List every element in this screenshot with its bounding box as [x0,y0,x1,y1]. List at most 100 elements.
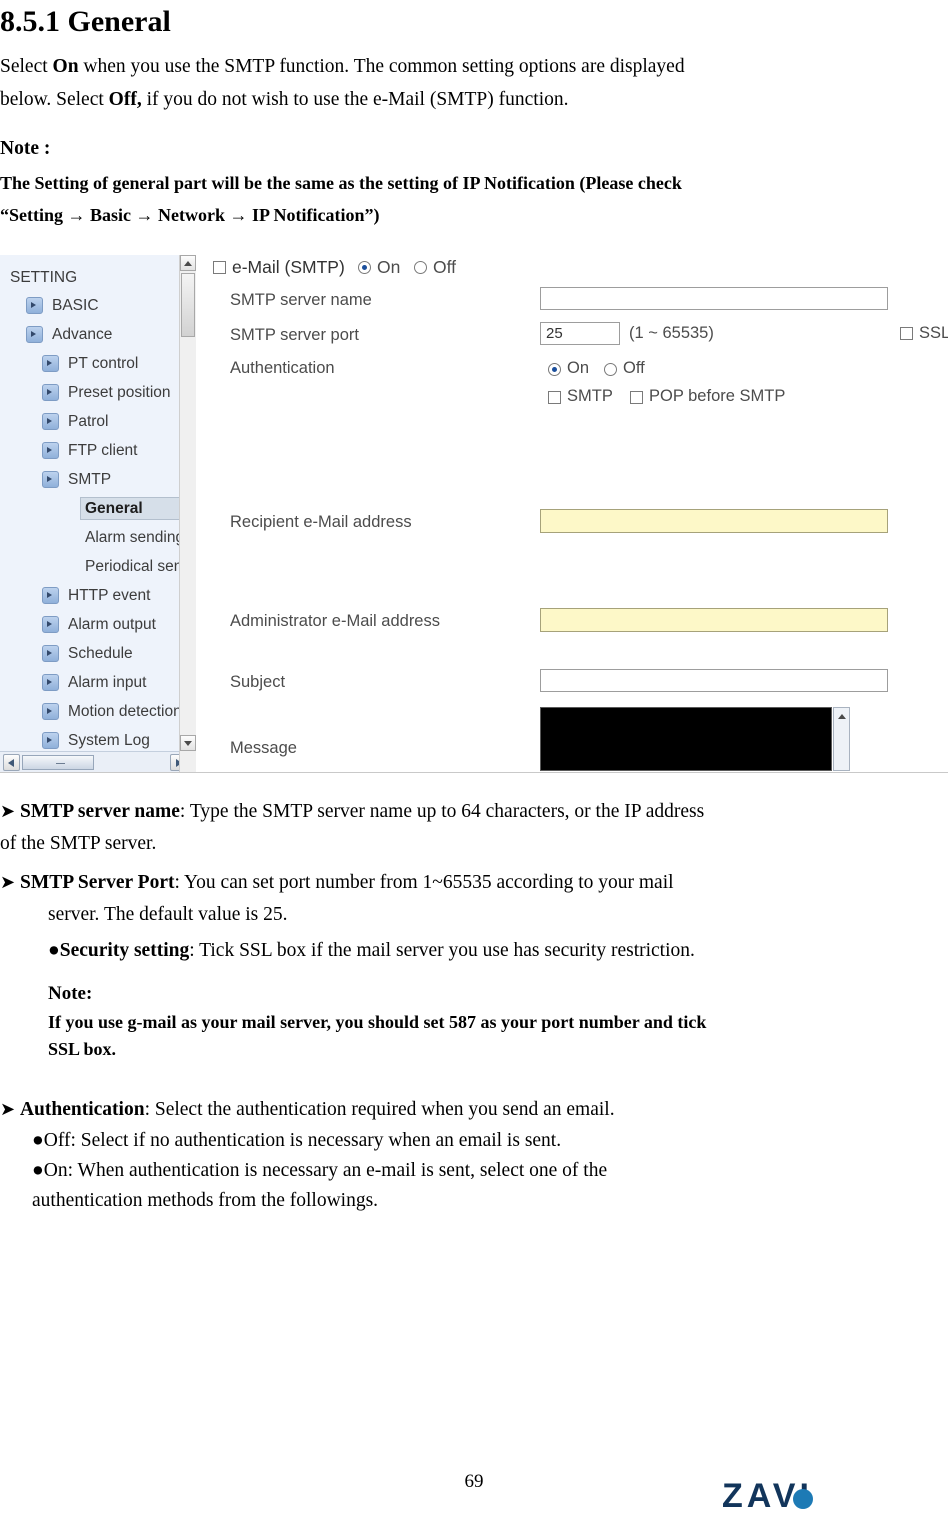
bullet-desc: On: When authentication is necessary an … [43,1160,608,1181]
sidebar-item-http-event[interactable]: HTTP event [0,581,195,610]
settings-sidebar[interactable]: SETTING BASIC Advance PT control Preset … [0,255,196,772]
smtp-server-port-input[interactable]: 25 [540,322,620,345]
sidebar-item-motion-detection[interactable]: Motion detection [0,697,195,726]
horizontal-scroll-thumb[interactable] [22,755,94,770]
expand-arrow-icon[interactable] [42,732,59,749]
bullet-desc-cont: server. The default value is 25. [48,904,288,925]
sidebar-vertical-scrollbar[interactable] [179,255,196,772]
auth-pop-before-smtp-checkbox[interactable] [630,391,643,404]
intro-text-4: if you do not wish to use the e-Mail (SM… [141,89,569,110]
expand-arrow-icon[interactable] [26,297,43,314]
expand-arrow-icon[interactable] [42,471,59,488]
email-smtp-off-radio[interactable] [414,261,427,274]
note-label: Note : [0,138,51,159]
bullet-desc-cont: of the SMTP server. [0,833,157,854]
email-smtp-on-radio[interactable] [358,261,371,274]
bullet-desc: : Select the authentication required whe… [144,1099,615,1120]
scroll-left-icon[interactable] [3,754,20,771]
bullet-security-setting: ●Security setting: Tick SSL box if the m… [0,935,948,967]
auth-pop-before-smtp-label: POP before SMTP [649,387,786,405]
sidebar-item-pt-control[interactable]: PT control [0,349,195,378]
sidebar-item-setting[interactable]: SETTING [0,263,195,292]
subject-label: Subject [230,673,286,691]
intro-text-3: below. Select [0,89,109,110]
authentication-on-radio[interactable] [548,363,561,376]
ssl-checkbox[interactable] [900,327,913,340]
sidebar-item-preset-position[interactable]: Preset position [0,378,195,407]
page-content: 8.5.1 General Select On when you use the… [0,0,948,1216]
expand-arrow-icon[interactable] [42,587,59,604]
smtp-server-name-label: SMTP server name [230,291,372,309]
sidebar-item-label: BASIC [52,297,99,314]
zavio-logo: ZAVI [722,1477,942,1515]
sidebar-item-label: Advance [52,326,113,343]
expand-arrow-icon[interactable] [42,703,59,720]
sidebar-item-advance[interactable]: Advance [0,320,195,349]
sidebar-item-label: Motion detection [68,703,182,720]
bullet-smtp-server-name: ➤ SMTP server name: Type the SMTP server… [0,795,948,860]
page-title: 8.5.1 General [0,5,171,38]
subject-input[interactable] [540,669,888,692]
email-smtp-group-label: e-Mail (SMTP) [232,257,345,277]
expand-arrow-icon[interactable] [42,616,59,633]
expand-arrow-icon[interactable] [26,326,43,343]
auth-smtp-label: SMTP [567,387,613,405]
sidebar-item-general[interactable]: General [0,494,195,523]
note-line-1: The Setting of general part will be the … [0,173,682,193]
bullet-arrow-icon: ➤ [0,1099,16,1119]
authentication-label: Authentication [230,359,335,377]
ssl-label: SSL [919,324,948,342]
sidebar-item-label: General [85,500,143,517]
bullet-dot-icon: ● [32,1160,44,1181]
note2-body: If you use g-mail as your mail server, y… [48,1009,948,1063]
bullet-auth-off: ●Off: Select if no authentication is nec… [32,1126,948,1156]
sidebar-item-periodical-sending[interactable]: Periodical sen [0,552,195,581]
bullet-auth-on: ●On: When authentication is necessary an… [32,1156,948,1216]
bullet-desc: : Type the SMTP server name up to 64 cha… [179,801,705,822]
sidebar-horizontal-scrollbar[interactable] [0,751,196,772]
administrator-email-input[interactable] [540,608,888,632]
smtp-server-name-input[interactable] [540,287,888,310]
sidebar-item-schedule[interactable]: Schedule [0,639,195,668]
auth-smtp-checkbox[interactable] [548,391,561,404]
sidebar-item-label: HTTP event [68,587,151,604]
message-textarea[interactable] [540,707,832,771]
authentication-off-radio[interactable] [604,363,617,376]
sidebar-item-alarm-input[interactable]: Alarm input [0,668,195,697]
sidebar-item-smtp[interactable]: SMTP [0,465,195,494]
expand-arrow-icon[interactable] [42,355,59,372]
expand-arrow-icon[interactable] [42,645,59,662]
vertical-scroll-thumb[interactable] [181,273,195,337]
note2-line-2: SSL box. [48,1039,117,1059]
note-body: The Setting of general part will be the … [0,167,948,231]
recipient-email-label: Recipient e-Mail address [230,513,412,531]
bullet-arrow-icon: ➤ [0,801,16,821]
sidebar-item-patrol[interactable]: Patrol [0,407,195,436]
sidebar-item-basic[interactable]: BASIC [0,291,195,320]
expand-arrow-icon[interactable] [42,413,59,430]
bullet-desc: : You can set port number from 1~65535 a… [174,872,674,893]
smtp-settings-panel: e-Mail (SMTP) On Off SMTP server name SM… [197,255,948,772]
sidebar-item-ftp-client[interactable]: FTP client [0,436,195,465]
note2-line-1: If you use g-mail as your mail server, y… [48,1012,707,1032]
message-label: Message [230,739,297,757]
expand-arrow-icon[interactable] [42,674,59,691]
intro-text-1: Select [0,56,53,77]
bullet-desc: Off: Select if no authentication is nece… [43,1130,562,1151]
smtp-server-port-range-hint: (1 ~ 65535) [629,324,714,342]
sidebar-item-alarm-sending[interactable]: Alarm sending [0,523,195,552]
expand-arrow-icon[interactable] [42,442,59,459]
recipient-email-input[interactable] [540,509,888,533]
sidebar-item-alarm-output[interactable]: Alarm output [0,610,195,639]
message-scrollbar[interactable] [833,707,850,771]
note-line-2: “Setting → Basic → Network → IP Notifica… [0,205,380,225]
bullet-list: ➤ SMTP server name: Type the SMTP server… [0,795,948,1216]
intro-bold-on: On [52,56,79,77]
note2-label: Note: [48,983,93,1004]
scroll-down-icon[interactable] [180,735,196,751]
bullet-dot-icon: ● [48,940,60,961]
intro-bold-off: Off, [108,89,142,110]
email-smtp-group-checkbox[interactable] [213,261,226,274]
expand-arrow-icon[interactable] [42,384,59,401]
scroll-up-icon[interactable] [180,255,196,271]
